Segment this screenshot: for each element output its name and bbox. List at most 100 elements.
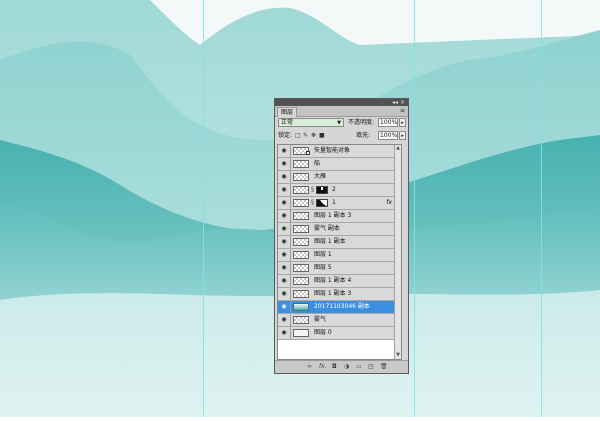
menu-icon[interactable]: ≡ [400, 107, 405, 115]
layer-name: 2 [332, 186, 336, 193]
eye-icon[interactable]: ◉ [280, 291, 288, 297]
eye-icon[interactable]: ◉ [280, 252, 288, 258]
layer-row[interactable]: ◉ § 1 fx ▾ [278, 197, 401, 210]
layer-row-selected[interactable]: ◉ 20171103046 副本 [278, 301, 401, 314]
scroll-down-icon[interactable]: ▼ [395, 352, 401, 359]
layer-row[interactable]: ◉ 船 [278, 158, 401, 171]
layer-thumbnail [293, 290, 309, 298]
layer-row[interactable]: ◉ 图层 1 副本 4 [278, 275, 401, 288]
layer-name: 图层 1 副本 3 [314, 290, 352, 297]
blend-opacity-row: 正常 ▼ 不透明度: 100% ▸ [278, 118, 406, 128]
eye-icon[interactable]: ◉ [280, 239, 288, 245]
layers-list[interactable]: ◉ 矢量智能对象 ◉ 船 ◉ 大雁 ◉ § 2 ◉ § 1 fx ◉ 图层 1 … [277, 144, 402, 360]
eye-icon[interactable]: ◉ [280, 213, 288, 219]
layers-panel: ◂◂ × 图层 ≡ 正常 ▼ 不透明度: 100% ▸ 锁定: □ ✎ ✥ ■ … [274, 98, 409, 374]
delete-layer-icon[interactable]: 🗑 [380, 363, 388, 371]
smart-object-icon [306, 151, 310, 155]
close-icon[interactable]: × [400, 99, 405, 106]
layer-row[interactable]: ◉ 雾气 [278, 314, 401, 327]
panel-titlebar[interactable]: ◂◂ × [275, 99, 408, 106]
layer-thumbnail [293, 173, 309, 181]
eye-icon[interactable]: ◉ [280, 265, 288, 271]
new-layer-icon[interactable]: ◳ [368, 363, 374, 371]
layer-row[interactable]: ◉ 大雁 [278, 171, 401, 184]
lock-transparent-icon[interactable]: □ [295, 132, 301, 139]
blend-mode-value: 正常 [281, 119, 294, 126]
layer-name: 大雁 [314, 173, 327, 180]
layer-mask-thumbnail[interactable] [316, 199, 328, 207]
layer-row[interactable]: ◉ § 2 [278, 184, 401, 197]
layer-row[interactable]: ◉ 图层 1 副本 3 [278, 288, 401, 301]
fill-field[interactable]: 100% [378, 131, 398, 140]
opacity-label: 不透明度: [348, 119, 375, 126]
adjustment-layer-icon[interactable]: ◑ [344, 363, 349, 371]
eye-icon[interactable]: ◉ [280, 187, 288, 193]
layer-thumbnail [293, 303, 309, 311]
layer-row[interactable]: ◉ 图层 0 [278, 327, 401, 340]
eye-icon[interactable]: ◉ [280, 161, 288, 167]
eye-icon[interactable]: ◉ [280, 200, 288, 206]
layer-name: 1 [332, 199, 336, 206]
layer-thumbnail [293, 186, 309, 194]
layer-thumbnail [293, 212, 309, 220]
lock-position-icon[interactable]: ✥ [311, 132, 316, 139]
panel-tab-row: 图层 ≡ [275, 106, 408, 117]
tab-layers[interactable]: 图层 [277, 107, 298, 117]
link-chain-icon[interactable]: § [311, 200, 314, 206]
fill-label: 填充: [356, 132, 371, 139]
eye-icon[interactable]: ◉ [280, 330, 288, 336]
eye-icon[interactable]: ◉ [280, 174, 288, 180]
layer-name: 图层 1 [314, 251, 332, 258]
eye-icon[interactable]: ◉ [280, 304, 288, 310]
layer-row[interactable]: ◉ 雾气 副本 [278, 223, 401, 236]
lock-image-icon[interactable]: ✎ [303, 132, 308, 139]
guide-line-middle[interactable] [414, 0, 415, 417]
opacity-arrow-icon[interactable]: ▸ [399, 118, 406, 127]
layer-row[interactable]: ◉ 图层 1 副本 [278, 236, 401, 249]
lock-label: 锁定: [278, 132, 293, 139]
fx-icon[interactable]: fx. [319, 363, 327, 371]
layer-name: 矢量智能对象 [314, 147, 351, 154]
new-group-icon[interactable]: ▭ [356, 363, 362, 371]
layer-thumbnail [293, 316, 309, 324]
guide-line-left[interactable] [203, 0, 204, 417]
layer-name: 船 [314, 160, 321, 167]
add-mask-icon[interactable]: ◘ [332, 363, 337, 371]
layer-thumbnail [293, 199, 309, 207]
layer-mask-thumbnail[interactable] [316, 186, 328, 194]
chevron-down-icon: ▼ [337, 120, 341, 126]
panel-bottom-toolbar: ∞ fx. ◘ ◑ ▭ ◳ 🗑 [275, 360, 408, 373]
layer-thumbnail [293, 160, 309, 168]
layer-thumbnail [293, 238, 309, 246]
layer-thumbnail [293, 277, 309, 285]
blend-mode-select[interactable]: 正常 ▼ [278, 118, 344, 127]
layer-name: 图层 1 副本 4 [314, 277, 352, 284]
eye-icon[interactable]: ◉ [280, 278, 288, 284]
link-chain-icon[interactable]: § [311, 187, 314, 193]
layer-row[interactable]: ◉ 图层 5 [278, 262, 401, 275]
layer-thumbnail [293, 251, 309, 259]
fill-arrow-icon[interactable]: ▸ [399, 131, 406, 140]
layer-name: 图层 1 副本 3 [314, 212, 352, 219]
layer-row[interactable]: ◉ 矢量智能对象 [278, 145, 401, 158]
layer-thumbnail [293, 225, 309, 233]
layer-name: 图层 0 [314, 329, 332, 336]
layer-name: 图层 1 副本 [314, 238, 346, 245]
layer-name: 雾气 [314, 316, 327, 323]
layer-thumbnail [293, 264, 309, 272]
eye-icon[interactable]: ◉ [280, 148, 288, 154]
layer-thumbnail [293, 329, 309, 337]
link-layers-icon[interactable]: ∞ [307, 363, 312, 371]
eye-icon[interactable]: ◉ [280, 226, 288, 232]
layer-name: 雾气 副本 [314, 225, 340, 232]
collapse-icon[interactable]: ◂◂ [392, 99, 398, 106]
layer-name: 图层 5 [314, 264, 332, 271]
layer-row[interactable]: ◉ 图层 1 副本 3 [278, 210, 401, 223]
guide-line-right[interactable] [541, 0, 542, 417]
opacity-field[interactable]: 100% [378, 118, 398, 127]
eye-icon[interactable]: ◉ [280, 317, 288, 323]
layer-row[interactable]: ◉ 图层 1 [278, 249, 401, 262]
lock-all-icon[interactable]: ■ [319, 132, 325, 139]
scroll-up-icon[interactable]: ▲ [395, 145, 401, 152]
layers-scrollbar[interactable]: ▲ ▼ [394, 145, 401, 359]
